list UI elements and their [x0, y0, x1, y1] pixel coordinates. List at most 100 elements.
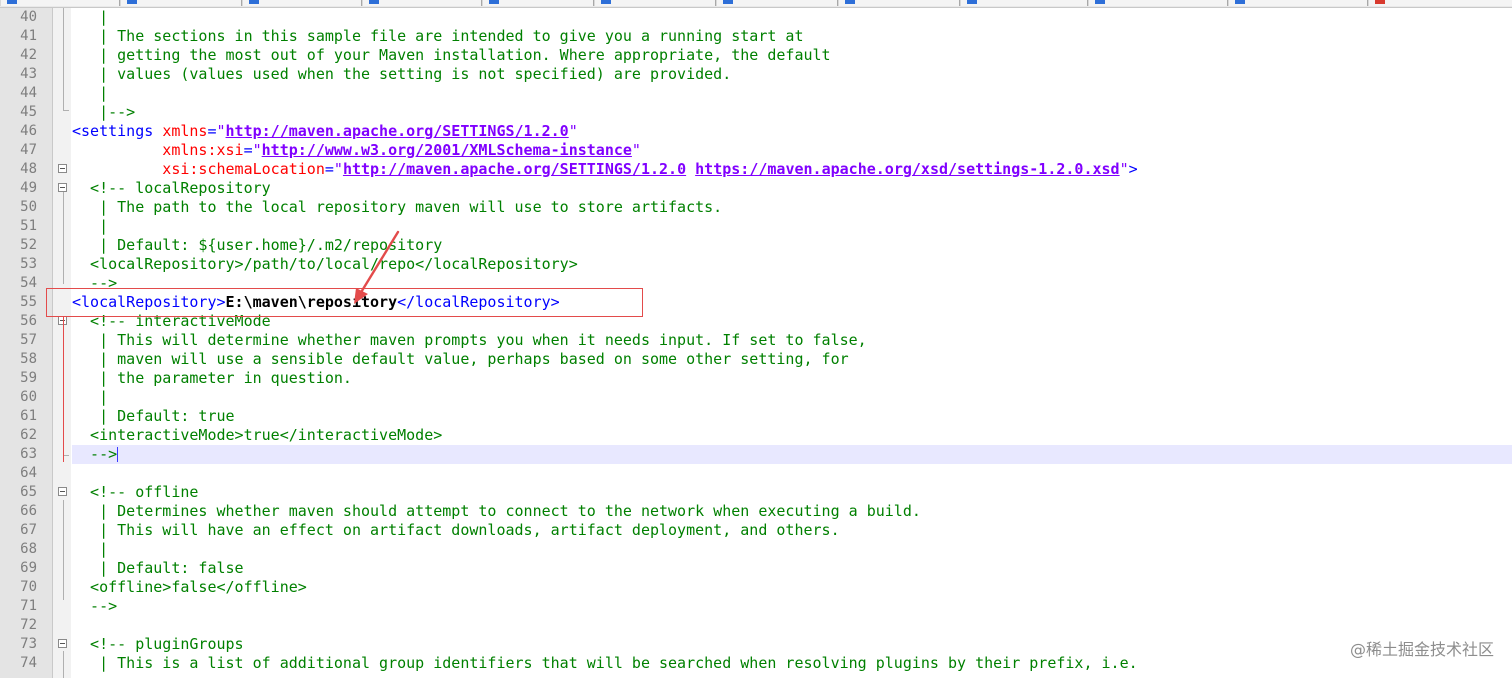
code-line[interactable]: 50 | The path to the local repository ma…: [0, 198, 1512, 217]
token-cm: |: [72, 84, 109, 102]
annotation-arrow-icon: [354, 230, 400, 304]
highlight-connector: [63, 317, 64, 462]
token-cm: | The sections in this sample file are i…: [72, 27, 804, 45]
code-text: <!-- localRepository: [72, 179, 271, 198]
code-line[interactable]: 72: [0, 616, 1512, 635]
code-line[interactable]: 63 -->: [20, 445, 1512, 464]
line-number: 56: [20, 313, 37, 329]
file-tab[interactable]: [960, 0, 1088, 6]
line-number: 49: [20, 180, 37, 196]
line-number: 64: [20, 465, 37, 481]
fold-toggle-icon[interactable]: [58, 639, 67, 648]
line-number: 40: [20, 9, 37, 25]
token-cm: | This will determine whether maven prom…: [72, 331, 867, 349]
code-text: xmlns:xsi="http://www.w3.org/2001/XMLSch…: [72, 141, 641, 160]
code-line[interactable]: 42 | getting the most out of your Maven …: [0, 46, 1512, 65]
code-line[interactable]: 41 | The sections in this sample file ar…: [0, 27, 1512, 46]
code-line[interactable]: 64: [0, 464, 1512, 483]
code-line[interactable]: 52 | Default: ${user.home}/.m2/repositor…: [0, 236, 1512, 255]
code-line[interactable]: 74 | This is a list of additional group …: [0, 654, 1512, 673]
line-number: 42: [20, 47, 37, 63]
code-line[interactable]: 49 <!-- localRepository: [0, 179, 1512, 198]
code-line[interactable]: 40 |: [0, 8, 1512, 27]
code-text: | The path to the local repository maven…: [72, 198, 722, 217]
file-tab[interactable]: [838, 0, 960, 6]
fold-toggle-icon[interactable]: [58, 164, 67, 173]
code-text: -->: [72, 597, 117, 616]
token-cm: | The path to the local repository maven…: [72, 198, 723, 216]
file-icon: [601, 0, 611, 4]
line-number: 70: [20, 579, 37, 595]
code-line[interactable]: 47 xmlns:xsi="http://www.w3.org/2001/XML…: [0, 141, 1512, 160]
code-line[interactable]: 45 |-->: [0, 103, 1512, 122]
code-text: | The sections in this sample file are i…: [72, 27, 804, 46]
file-tab[interactable]: [482, 0, 594, 6]
line-number: 63: [20, 446, 37, 462]
code-text: -->: [72, 445, 119, 464]
file-tab[interactable]: [0, 0, 120, 6]
file-tab[interactable]: [120, 0, 242, 6]
fold-toggle-icon[interactable]: [58, 487, 67, 496]
code-line[interactable]: 73 <!-- pluginGroups: [0, 635, 1512, 654]
code-line[interactable]: 46 <settings xmlns="http://maven.apache.o…: [0, 122, 1512, 141]
code-line[interactable]: 67 | This will have an effect on artifac…: [0, 521, 1512, 540]
token-attr: xmlns:xsi: [72, 141, 244, 159]
code-text: | getting the most out of your Maven ins…: [72, 46, 831, 65]
code-line[interactable]: 53 <localRepository>/path/to/local/repo<…: [0, 255, 1512, 274]
code-line[interactable]: 66 | Determines whether maven should att…: [0, 502, 1512, 521]
file-icon: [1095, 0, 1105, 4]
token-url[interactable]: http://maven.apache.org/SETTINGS/1.2.0: [343, 160, 686, 178]
line-number: 60: [20, 389, 37, 405]
code-line[interactable]: 59 | the parameter in question.: [0, 369, 1512, 388]
fold-toggle-icon[interactable]: [58, 183, 67, 192]
token-url[interactable]: http://maven.apache.org/SETTINGS/1.2.0: [226, 122, 569, 140]
code-line[interactable]: 65 <!-- offline: [0, 483, 1512, 502]
token-cm: | Determines whether maven should attemp…: [72, 502, 921, 520]
token-quote: ": [1119, 160, 1129, 178]
token-cm: <!-- localRepository: [72, 179, 271, 197]
code-text: | maven will use a sensible default valu…: [72, 350, 849, 369]
token-cm: -->: [72, 597, 118, 615]
line-number: 51: [20, 218, 37, 234]
file-tab[interactable]: [594, 0, 716, 6]
code-line[interactable]: 61 | Default: true: [0, 407, 1512, 426]
code-text: | This will determine whether maven prom…: [72, 331, 867, 350]
code-line[interactable]: 48 xsi:schemaLocation="http://maven.apac…: [0, 160, 1512, 179]
line-number: 72: [20, 617, 37, 633]
code-line[interactable]: 44 |: [0, 84, 1512, 103]
line-number: 45: [20, 104, 37, 120]
code-editor[interactable]: 40 | 41 | The sections in this sample fil…: [0, 8, 1512, 678]
code-text: |: [72, 84, 108, 103]
file-tab[interactable]: [242, 0, 362, 6]
code-line[interactable]: 69 | Default: false: [0, 559, 1512, 578]
file-icon: [723, 0, 733, 4]
line-number: 67: [20, 522, 37, 538]
code-text: | the parameter in question.: [72, 369, 352, 388]
token-url[interactable]: http://www.w3.org/2001/XMLSchema-instanc…: [262, 141, 632, 159]
token-cm: |: [72, 540, 109, 558]
code-line[interactable]: 57 | This will determine whether maven p…: [0, 331, 1512, 350]
file-icon: [845, 0, 855, 4]
file-tab[interactable]: [1228, 0, 1368, 6]
line-number: 44: [20, 85, 37, 101]
token-tag: =: [324, 160, 334, 178]
code-line[interactable]: 51 |: [0, 217, 1512, 236]
line-number: 52: [20, 237, 37, 253]
code-line[interactable]: 70 <offline>false</offline>: [0, 578, 1512, 597]
code-text: | Determines whether maven should attemp…: [72, 502, 921, 521]
token-quote: [686, 160, 695, 178]
code-line[interactable]: 58 | maven will use a sensible default v…: [0, 350, 1512, 369]
file-tab[interactable]: [716, 0, 838, 6]
code-line[interactable]: 43 | values (values used when the settin…: [0, 65, 1512, 84]
tab-strip: [0, 0, 1512, 8]
code-line[interactable]: 60 |: [0, 388, 1512, 407]
code-line[interactable]: 71 -->: [0, 597, 1512, 616]
file-tab-active[interactable]: [1368, 0, 1512, 6]
code-line[interactable]: 68 |: [0, 540, 1512, 559]
line-number: 53: [20, 256, 37, 272]
file-tab[interactable]: [362, 0, 482, 6]
token-quote: ": [568, 122, 578, 140]
code-line[interactable]: 62 <interactiveMode>true</interactiveMod…: [0, 426, 1512, 445]
token-url[interactable]: https://maven.apache.org/xsd/settings-1.…: [695, 160, 1119, 178]
file-tab[interactable]: [1088, 0, 1228, 6]
